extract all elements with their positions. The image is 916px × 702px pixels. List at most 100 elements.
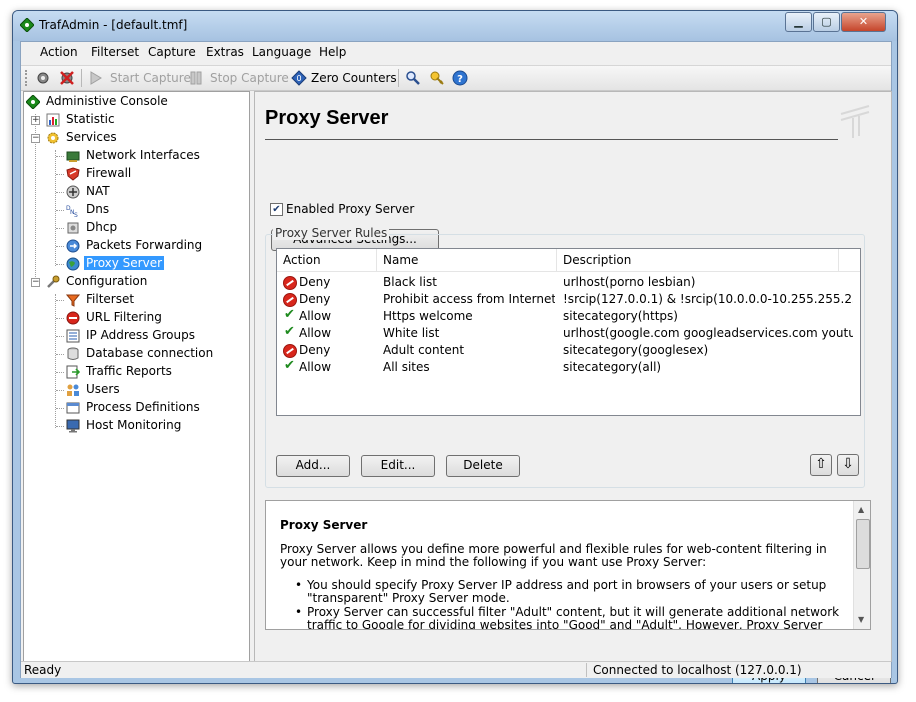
tree-item-filterset[interactable]: Filterset (24, 291, 248, 309)
app-window: TrafAdmin - [default.tmf] ▁ ▢ ✕ Action F… (12, 10, 898, 684)
database-icon (67, 347, 79, 360)
tree-guide (56, 408, 64, 409)
zero-counters-button[interactable]: Zero Counters (311, 71, 397, 85)
deny-icon (283, 293, 297, 307)
client-area: Action Filterset Capture Extras Language… (20, 41, 892, 683)
menu-capture[interactable]: Capture (148, 45, 196, 59)
rule-name: Adult content (383, 343, 465, 357)
enabled-proxy-label: Enabled Proxy Server (286, 202, 415, 216)
tree-item-statistic[interactable]: + Statistic (24, 111, 248, 129)
filter-icon (66, 294, 80, 307)
rule-action: Allow (299, 309, 332, 323)
help-icon[interactable]: ? (452, 70, 468, 86)
help-bullet: • Proxy Server can successful filter "Ad… (280, 604, 840, 629)
svg-text:S: S (74, 212, 78, 217)
monitor-icon (66, 419, 80, 433)
menu-help[interactable]: Help (319, 45, 346, 59)
tree-item-dns[interactable]: DNS Dns (24, 201, 248, 219)
tree-item-url-filtering[interactable]: URL Filtering (24, 309, 248, 327)
tree-label: Host Monitoring (86, 418, 182, 432)
tree-guide (56, 336, 64, 337)
menu-action[interactable]: Action (40, 45, 78, 59)
tree-guide (56, 174, 64, 175)
shield-icon (66, 167, 80, 181)
nat-icon (66, 185, 80, 199)
tree-label: Users (86, 382, 120, 396)
tree-guide (56, 372, 64, 373)
toolbar: Start Capture Stop Capture 0 Zero Counte… (21, 65, 891, 91)
tree-item-process-definitions[interactable]: Process Definitions (24, 399, 248, 417)
bullet-icon: • (295, 604, 303, 619)
column-header-description[interactable]: Description (557, 249, 839, 271)
minimize-button[interactable]: ▁ (785, 12, 812, 32)
tree-item-nat[interactable]: NAT (24, 183, 248, 201)
search-icon[interactable] (405, 70, 421, 86)
scroll-down-icon[interactable]: ▼ (858, 615, 864, 624)
tree-label: Network Interfaces (86, 148, 200, 162)
enabled-proxy-checkbox[interactable]: ✔ (270, 203, 283, 216)
tree-item-database-connection[interactable]: Database connection (24, 345, 248, 363)
scroll-thumb[interactable] (856, 519, 870, 569)
tree-item-root[interactable]: Administive Console (24, 93, 248, 111)
column-header-name[interactable]: Name (377, 249, 557, 271)
tree-item-configuration[interactable]: − Configuration (24, 273, 248, 291)
maximize-button[interactable]: ▢ (813, 12, 840, 32)
title-bar[interactable]: TrafAdmin - [default.tmf] ▁ ▢ ✕ (13, 11, 897, 41)
key-icon[interactable] (429, 70, 445, 86)
column-header-action[interactable]: Action (277, 249, 377, 271)
start-service-icon[interactable] (35, 70, 51, 86)
table-row[interactable]: Deny Prohibit access from Internet !srci… (277, 291, 860, 308)
menu-language[interactable]: Language (252, 45, 311, 59)
table-row[interactable]: Deny Black list urlhost(porno lesbian) (277, 274, 860, 291)
tree-guide (56, 228, 64, 229)
checkmark-icon: ✔ (284, 358, 295, 373)
tree-item-traffic-reports[interactable]: Traffic Reports (24, 363, 248, 381)
stop-service-icon[interactable] (59, 70, 75, 86)
tree-item-services[interactable]: − Services (24, 129, 248, 147)
close-button[interactable]: ✕ (841, 12, 886, 32)
collapse-icon[interactable]: − (31, 134, 40, 143)
table-row[interactable]: Deny Adult content sitecategory(googlese… (277, 342, 860, 359)
tree-item-dhcp[interactable]: Dhcp (24, 219, 248, 237)
tree-guide (56, 318, 64, 319)
dhcp-icon (67, 222, 79, 234)
forwarding-icon (66, 239, 80, 253)
help-bullet-text: You should specify Proxy Server IP addre… (307, 577, 827, 605)
tree-item-proxy-server[interactable]: Proxy Server (24, 255, 248, 273)
stop-capture-button[interactable]: Stop Capture (210, 71, 289, 85)
tree-item-network-interfaces[interactable]: Network Interfaces (24, 147, 248, 165)
scroll-up-icon[interactable]: ▲ (858, 505, 864, 514)
add-rule-button[interactable]: Add... (276, 455, 350, 477)
start-capture-button[interactable]: Start Capture (110, 71, 191, 85)
title-divider (265, 139, 838, 140)
network-card-icon (66, 151, 80, 162)
move-down-button[interactable]: ⇩ (837, 454, 859, 476)
tree-item-host-monitoring[interactable]: Host Monitoring (24, 417, 248, 435)
tree-item-ip-address-groups[interactable]: IP Address Groups (24, 327, 248, 345)
table-row[interactable]: ✔ Allow Https welcome sitecategory(https… (277, 307, 860, 325)
expand-icon[interactable]: + (31, 116, 40, 125)
move-up-button[interactable]: ⇧ (810, 454, 832, 476)
help-scrollbar[interactable]: ▲ ▼ (853, 501, 870, 629)
menu-filterset[interactable]: Filterset (91, 45, 139, 59)
collapse-icon[interactable]: − (31, 278, 40, 287)
tree-item-packets-forwarding[interactable]: Packets Forwarding (24, 237, 248, 255)
rule-name: Prohibit access from Internet (383, 292, 555, 306)
delete-rule-button[interactable]: Delete (446, 455, 520, 477)
table-row[interactable]: ✔ Allow All sites sitecategory(all) (277, 358, 860, 376)
tree-item-firewall[interactable]: Firewall (24, 165, 248, 183)
tree-label: Traffic Reports (86, 364, 172, 378)
deny-icon (283, 276, 297, 290)
menu-extras[interactable]: Extras (206, 45, 244, 59)
edit-rule-button[interactable]: Edit... (361, 455, 435, 477)
tree-label: IP Address Groups (86, 328, 195, 342)
table-row[interactable]: ✔ Allow White list urlhost(google.com go… (277, 324, 860, 342)
status-text: Ready (24, 663, 62, 677)
header-divider (277, 271, 860, 272)
wrench-icon (47, 275, 60, 288)
dns-icon: DN S (66, 205, 78, 217)
tree-item-users[interactable]: Users (24, 381, 248, 399)
rule-name: All sites (383, 360, 430, 374)
rule-action: Allow (299, 326, 332, 340)
no-entry-icon (66, 311, 80, 325)
